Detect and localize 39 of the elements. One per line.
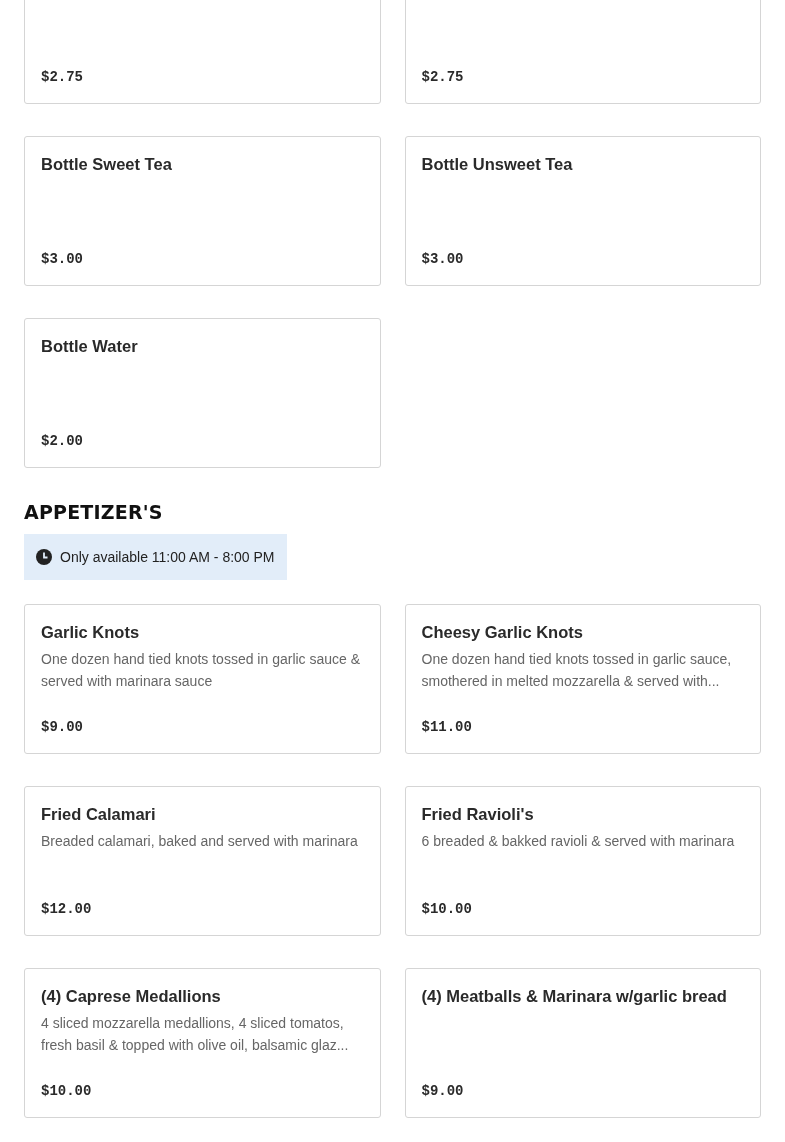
item-name: (4) Caprese Medallions <box>41 986 221 1006</box>
item-price: $11.00 <box>421 719 472 735</box>
menu-item-card[interactable]: Bottle Sweet Tea $3.00 <box>24 136 381 286</box>
section-heading: APPETIZER'S <box>24 500 164 524</box>
clock-icon <box>36 549 52 565</box>
item-name: Cheesy Garlic Knots <box>421 622 583 642</box>
item-name: (4) Meatballs & Marinara w/garlic bread <box>421 986 727 1006</box>
item-price: $9.00 <box>421 1083 464 1099</box>
item-price: $2.00 <box>41 433 83 449</box>
menu-item-card[interactable]: Garlic Knots One dozen hand tied knots tossed in garlic sauce & served with marinara sauce $9.00 <box>24 604 381 754</box>
item-price: $10.00 <box>421 901 472 917</box>
item-name: Fried Calamari <box>41 804 156 824</box>
menu-item-card[interactable]: Fried Calamari Breaded calamari, baked and served with marinara $12.00 <box>24 786 381 936</box>
menu-item-card[interactable]: Cheesy Garlic Knots One dozen hand tied knots tossed in garlic sauce, smothered in melted mozzarella & served with... $11.00 <box>404 604 761 754</box>
item-name: Bottle Unsweet Tea <box>421 154 573 174</box>
menu-item-card[interactable]: Bottle Unsweet Tea $3.00 <box>404 136 761 286</box>
menu-item-card[interactable]: $2.75 <box>24 0 381 104</box>
item-description: Breaded calamari, baked and served with marinara <box>41 832 358 851</box>
item-price: $2.75 <box>41 69 83 85</box>
item-price: $12.00 <box>41 901 92 917</box>
item-price: $9.00 <box>41 719 83 735</box>
menu-item-card[interactable]: (4) Meatballs & Marinara w/garlic bread $9.00 <box>404 968 761 1118</box>
item-name: Fried Ravioli's <box>421 804 534 824</box>
item-name: Bottle Sweet Tea <box>41 154 172 174</box>
item-price: $2.75 <box>421 69 464 85</box>
menu-item-card[interactable]: Bottle Water $2.00 <box>24 318 381 468</box>
item-name: Garlic Knots <box>41 622 140 642</box>
menu-item-card[interactable]: Fried Ravioli's 6 breaded & bakked ravioli & served with marinara $10.00 <box>404 786 761 936</box>
menu-item-card[interactable]: (4) Caprese Medallions 4 sliced mozzarella medallions, 4 sliced tomatos, fresh basil & topped with olive oil, balsamic glaz... $10.00 <box>24 968 381 1118</box>
item-price: $3.00 <box>41 251 83 267</box>
item-description: One dozen hand tied knots tossed in garlic sauce, smothered in melted mozzarella & served with... <box>421 650 733 691</box>
item-description: One dozen hand tied knots tossed in garlic sauce & served with marinara sauce <box>41 650 362 691</box>
availability-text: Only available 11:00 AM - 8:00 PM <box>60 549 275 565</box>
item-description: 4 sliced mozzarella medallions, 4 sliced tomatos, fresh basil & topped with olive oil, balsamic glaz... <box>41 1014 350 1055</box>
item-price: $3.00 <box>421 251 464 267</box>
item-name: Bottle Water <box>41 336 138 356</box>
menu-item-card[interactable]: $2.75 <box>404 0 761 104</box>
item-description: 6 breaded & bakked ravioli & served with marinara <box>421 832 735 851</box>
item-price: $10.00 <box>41 1083 92 1099</box>
